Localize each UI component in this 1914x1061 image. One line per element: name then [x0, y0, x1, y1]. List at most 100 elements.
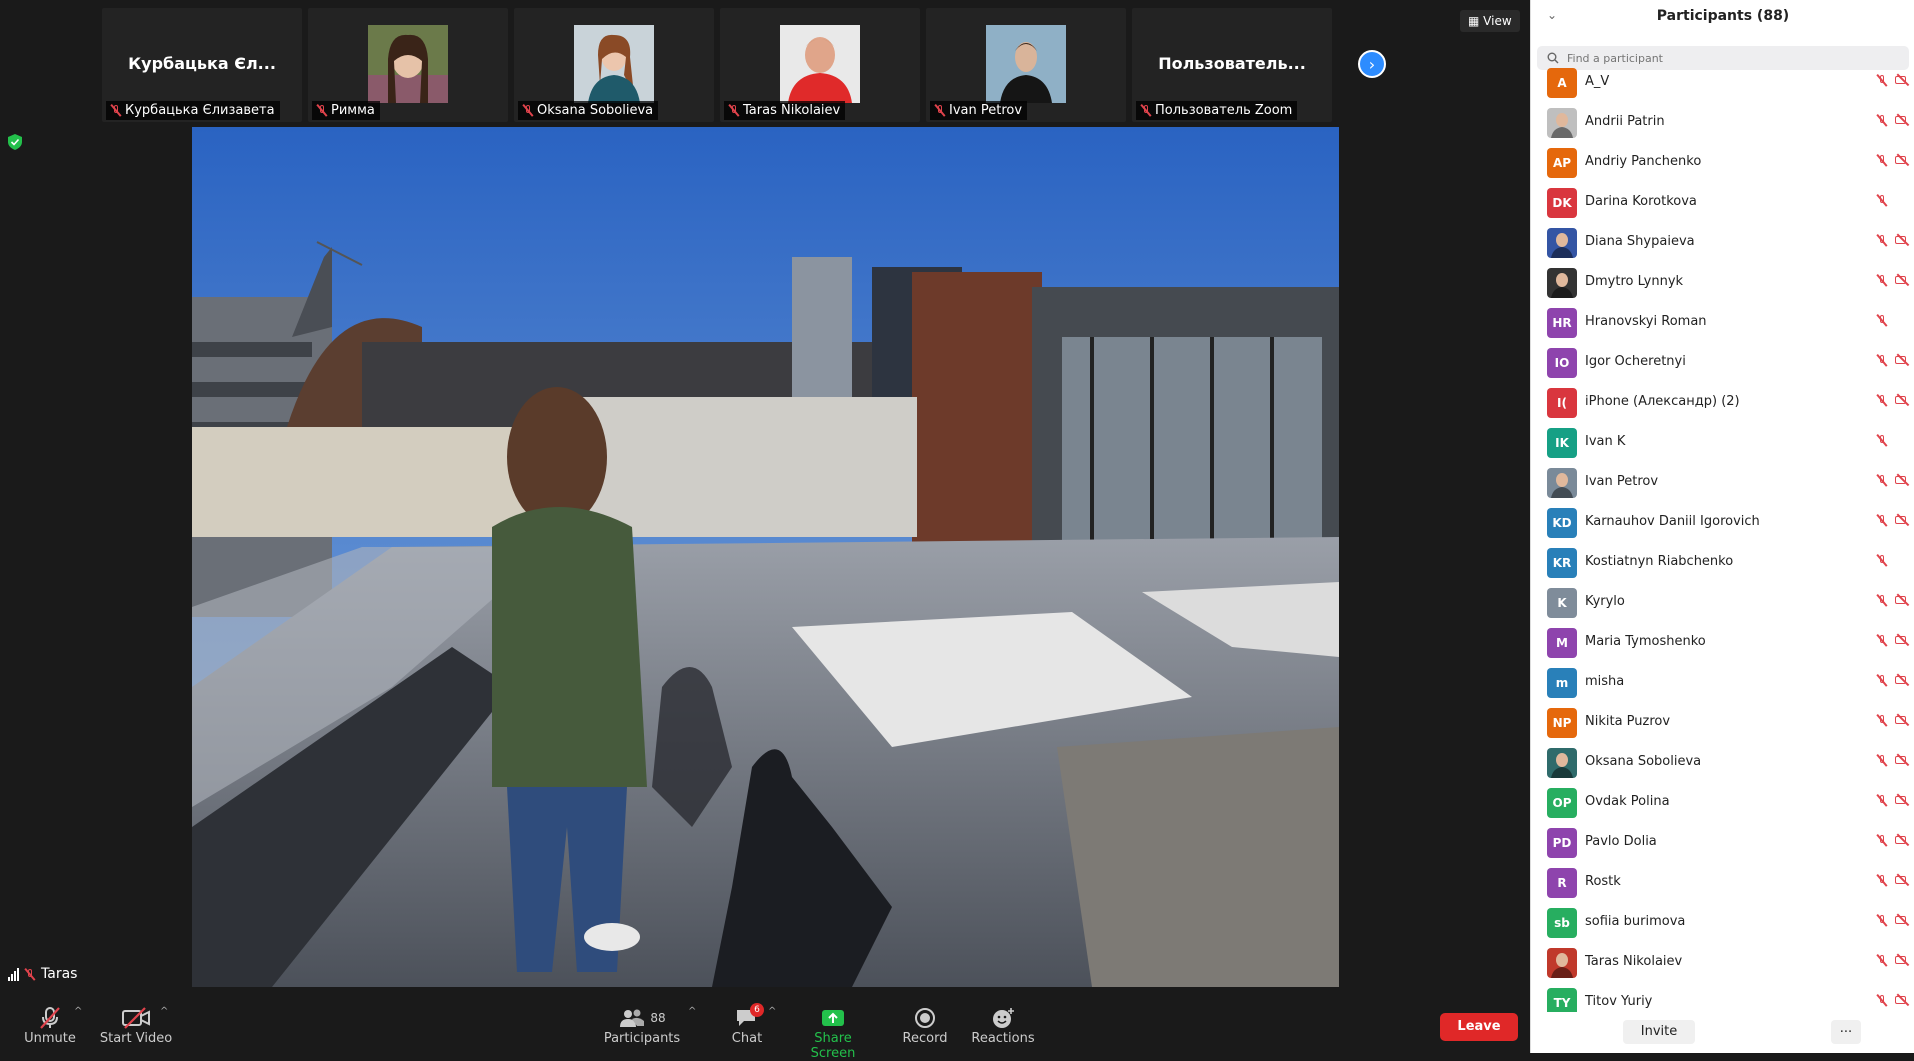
mic-muted-icon — [1877, 834, 1887, 847]
participant-avatar-photo — [1547, 468, 1577, 498]
participant-avatar: HR — [1547, 308, 1577, 338]
tile-label: Ivan Petrov — [930, 101, 1028, 120]
participant-row[interactable]: IO Igor Ocheretnyi — [1531, 342, 1914, 382]
gallery-tile[interactable]: Курбацька Єл... Курбацька Єлизавета — [102, 8, 302, 122]
gallery-tile[interactable]: Ivan Petrov — [926, 8, 1126, 122]
gallery-tile[interactable]: Римма — [308, 8, 508, 122]
participant-list[interactable]: A A_V Andrii Patrin AP Andriy Panchenko DK Dar… — [1531, 68, 1914, 1012]
participant-row[interactable]: Taras Nikolaiev — [1531, 942, 1914, 982]
video-off-icon — [1895, 874, 1911, 886]
tile-name: Пользователь Zoom — [1155, 103, 1293, 118]
leave-button[interactable]: Leave — [1440, 1013, 1518, 1041]
video-off-icon — [1895, 994, 1911, 1006]
participant-search[interactable] — [1537, 46, 1909, 70]
record-button[interactable]: Record — [898, 1005, 952, 1046]
video-off-icon — [1895, 114, 1911, 126]
participant-row[interactable]: Dmytro Lynnyk — [1531, 262, 1914, 302]
participant-row[interactable]: OP Ovdak Polina — [1531, 782, 1914, 822]
tile-label: Пользователь Zoom — [1136, 101, 1298, 120]
participant-avatar: IO — [1547, 348, 1577, 378]
participant-row[interactable]: m misha — [1531, 662, 1914, 702]
participant-row[interactable]: Andrii Patrin — [1531, 102, 1914, 142]
gallery-strip: Курбацька Єл... Курбацька Єлизавета Римм… — [102, 8, 1332, 122]
video-off-icon — [1895, 954, 1911, 966]
participant-row[interactable]: HR Hranovskyi Roman — [1531, 302, 1914, 342]
participant-photo — [986, 25, 1066, 103]
chat-button[interactable]: 6 Chat — [722, 1003, 772, 1046]
view-button[interactable]: ▦ View — [1460, 10, 1520, 32]
search-input[interactable] — [1565, 50, 1869, 66]
participants-button[interactable]: 88 Participants — [602, 1005, 682, 1046]
video-off-icon — [1895, 474, 1911, 486]
participant-avatar: A — [1547, 68, 1577, 98]
mic-muted-icon — [1877, 314, 1887, 327]
mic-muted-icon — [1877, 914, 1887, 927]
participant-row[interactable]: Ivan Petrov — [1531, 462, 1914, 502]
participant-name: Ivan K — [1585, 434, 1626, 449]
participants-icon — [620, 1009, 645, 1027]
video-off-icon — [1895, 674, 1911, 686]
reactions-smiley-icon — [993, 1008, 1014, 1028]
next-page-button[interactable]: › — [1358, 50, 1386, 78]
mic-muted-icon — [729, 104, 739, 117]
participant-row[interactable]: Oksana Sobolieva — [1531, 742, 1914, 782]
participant-status — [1877, 394, 1911, 407]
participant-avatar: PD — [1547, 828, 1577, 858]
participant-status — [1877, 594, 1911, 607]
participant-row[interactable]: KR Kostiatnyn Riabchenko — [1531, 542, 1914, 582]
audio-options-caret-icon[interactable]: ^ — [74, 1006, 82, 1017]
video-off-icon — [1895, 394, 1911, 406]
participant-row[interactable]: A A_V — [1531, 68, 1914, 102]
speaker-name: Taras — [41, 966, 78, 982]
participant-status — [1877, 674, 1911, 687]
tile-name: Oksana Sobolieva — [537, 103, 654, 118]
tile-big-name: Пользователь... — [1158, 54, 1306, 73]
participant-row[interactable]: I(iPhone (Александр) (2) — [1531, 382, 1914, 422]
chat-options-caret-icon[interactable]: ^ — [768, 1006, 776, 1017]
participant-row[interactable]: sb sofiia burimova — [1531, 902, 1914, 942]
mic-muted-icon — [1877, 474, 1887, 487]
more-options-button[interactable]: ... — [1831, 1020, 1861, 1044]
gallery-tile[interactable]: Пользователь... Пользователь Zoom — [1132, 8, 1332, 122]
participant-avatar: sb — [1547, 908, 1577, 938]
participant-row[interactable]: KD Karnauhov Daniil Igorovich — [1531, 502, 1914, 542]
participant-row[interactable]: R Rostk — [1531, 862, 1914, 902]
unmute-button[interactable]: Unmute — [22, 1005, 78, 1046]
encryption-shield-icon[interactable] — [8, 134, 22, 150]
mic-muted-icon — [1877, 754, 1887, 767]
invite-button[interactable]: Invite — [1623, 1020, 1695, 1044]
participant-row[interactable]: AP Andriy Panchenko — [1531, 142, 1914, 182]
mic-muted-icon — [1877, 874, 1887, 887]
gallery-tile[interactable]: Taras Nikolaiev — [720, 8, 920, 122]
share-screen-label: Share Screen — [810, 1031, 856, 1061]
participant-name: Pavlo Dolia — [1585, 834, 1657, 849]
participant-row[interactable]: M Maria Tymoshenko — [1531, 622, 1914, 662]
active-speaker-label: Taras — [8, 966, 77, 982]
panel-title: Participants (88) — [1656, 8, 1790, 24]
participant-avatar-photo — [1547, 948, 1577, 978]
participant-row[interactable]: TY Titov Yuriy — [1531, 982, 1914, 1012]
participant-name: Diana Shypaieva — [1585, 234, 1695, 249]
participant-row[interactable]: IK Ivan K — [1531, 422, 1914, 462]
reactions-button[interactable]: Reactions — [970, 1005, 1036, 1046]
participant-row[interactable]: K Kyrylo — [1531, 582, 1914, 622]
participant-status — [1877, 834, 1911, 847]
mic-muted-icon — [111, 104, 121, 117]
participants-options-caret-icon[interactable]: ^ — [688, 1006, 696, 1017]
participant-status — [1877, 354, 1911, 367]
participant-name: Ivan Petrov — [1585, 474, 1659, 489]
participant-row[interactable]: DK Darina Korotkova — [1531, 182, 1914, 222]
participant-status — [1877, 714, 1911, 727]
start-video-label: Start Video — [99, 1031, 173, 1046]
video-off-icon — [1895, 74, 1911, 86]
participants-panel: ⌄ Participants (88) AA_VAndrii PatrinAPA… — [1530, 0, 1914, 1053]
participant-row[interactable]: NP Nikita Puzrov — [1531, 702, 1914, 742]
search-icon — [1547, 52, 1559, 64]
mic-muted-icon — [523, 104, 533, 117]
mic-muted-icon — [1877, 194, 1887, 207]
gallery-tile[interactable]: Oksana Sobolieva — [514, 8, 714, 122]
video-off-icon — [1895, 794, 1911, 806]
video-options-caret-icon[interactable]: ^ — [160, 1006, 168, 1017]
participant-row[interactable]: PD Pavlo Dolia — [1531, 822, 1914, 862]
participant-row[interactable]: Diana Shypaieva — [1531, 222, 1914, 262]
